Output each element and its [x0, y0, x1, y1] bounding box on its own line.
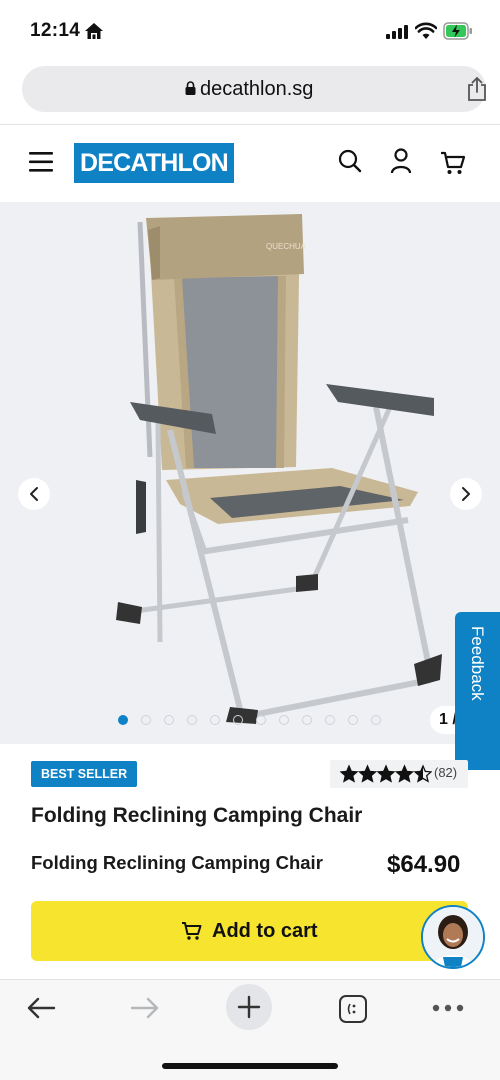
share-icon[interactable]	[466, 76, 488, 102]
feedback-tab[interactable]: Feedback	[455, 612, 500, 770]
url-text: decathlon.sg	[200, 78, 314, 100]
product-subtitle: Folding Reclining Camping Chair	[31, 852, 323, 873]
new-tab-button[interactable]	[226, 984, 272, 1030]
gallery-dot[interactable]	[302, 715, 312, 725]
account-icon[interactable]	[390, 148, 412, 174]
tabs-icon[interactable]	[337, 993, 369, 1025]
cart-icon[interactable]	[440, 150, 466, 176]
gallery-dot[interactable]	[233, 715, 243, 725]
gallery-dot[interactable]	[371, 715, 381, 725]
product-title: Folding Reclining Camping Chair	[31, 804, 363, 827]
gallery-dot[interactable]	[325, 715, 335, 725]
status-time: 12:14	[30, 20, 81, 41]
add-to-cart-label: Add to cart	[212, 920, 318, 942]
status-bar: 12:14	[0, 0, 500, 60]
cart-icon	[182, 922, 202, 940]
rating-count: (82)	[434, 765, 458, 780]
rating-summary[interactable]: (82)	[330, 760, 468, 788]
star-rating	[340, 764, 432, 783]
chevron-left-icon	[30, 487, 38, 501]
signal-icon	[386, 25, 408, 39]
menu-icon[interactable]	[29, 151, 55, 173]
more-icon[interactable]	[432, 1004, 464, 1012]
next-image-button[interactable]	[450, 478, 482, 510]
star-icon	[376, 764, 396, 783]
gallery-dot[interactable]	[164, 715, 174, 725]
home-icon	[85, 23, 103, 39]
feedback-label: Feedback	[468, 626, 487, 701]
gallery-dot[interactable]	[348, 715, 358, 725]
divider	[0, 124, 500, 125]
previous-image-button[interactable]	[18, 478, 50, 510]
battery-charging-icon	[443, 22, 472, 40]
star-icon	[413, 764, 432, 783]
lock-icon	[185, 81, 196, 95]
gallery-dot[interactable]	[118, 715, 128, 725]
best-seller-badge: BEST SELLER	[31, 761, 138, 787]
forward-icon[interactable]	[130, 996, 160, 1020]
product-image-chair: QUECHUA	[116, 214, 442, 724]
star-icon	[394, 764, 415, 783]
search-icon[interactable]	[338, 149, 362, 173]
gallery-dot[interactable]	[187, 715, 197, 725]
wifi-icon	[415, 22, 437, 39]
chat-assistant-avatar[interactable]	[421, 905, 485, 969]
product-gallery[interactable]: QUECHUA	[0, 202, 500, 744]
gallery-dot[interactable]	[210, 715, 220, 725]
url-bar[interactable]: decathlon.sg	[22, 66, 486, 112]
back-icon[interactable]	[26, 996, 56, 1020]
gallery-dot[interactable]	[141, 715, 151, 725]
add-to-cart-button[interactable]: Add to cart	[31, 901, 468, 961]
home-indicator	[162, 1063, 338, 1069]
product-price: $64.90	[387, 851, 461, 878]
chevron-right-icon	[462, 487, 470, 501]
star-icon	[357, 764, 378, 783]
brand-print: QUECHUA	[266, 242, 307, 251]
star-icon	[340, 764, 359, 783]
gallery-dot[interactable]	[279, 715, 289, 725]
decathlon-logo[interactable]: DECATHLON	[74, 143, 234, 183]
assistant-avatar-image	[423, 907, 483, 967]
gallery-dot[interactable]	[256, 715, 266, 725]
new-tab-icon	[237, 995, 261, 1019]
